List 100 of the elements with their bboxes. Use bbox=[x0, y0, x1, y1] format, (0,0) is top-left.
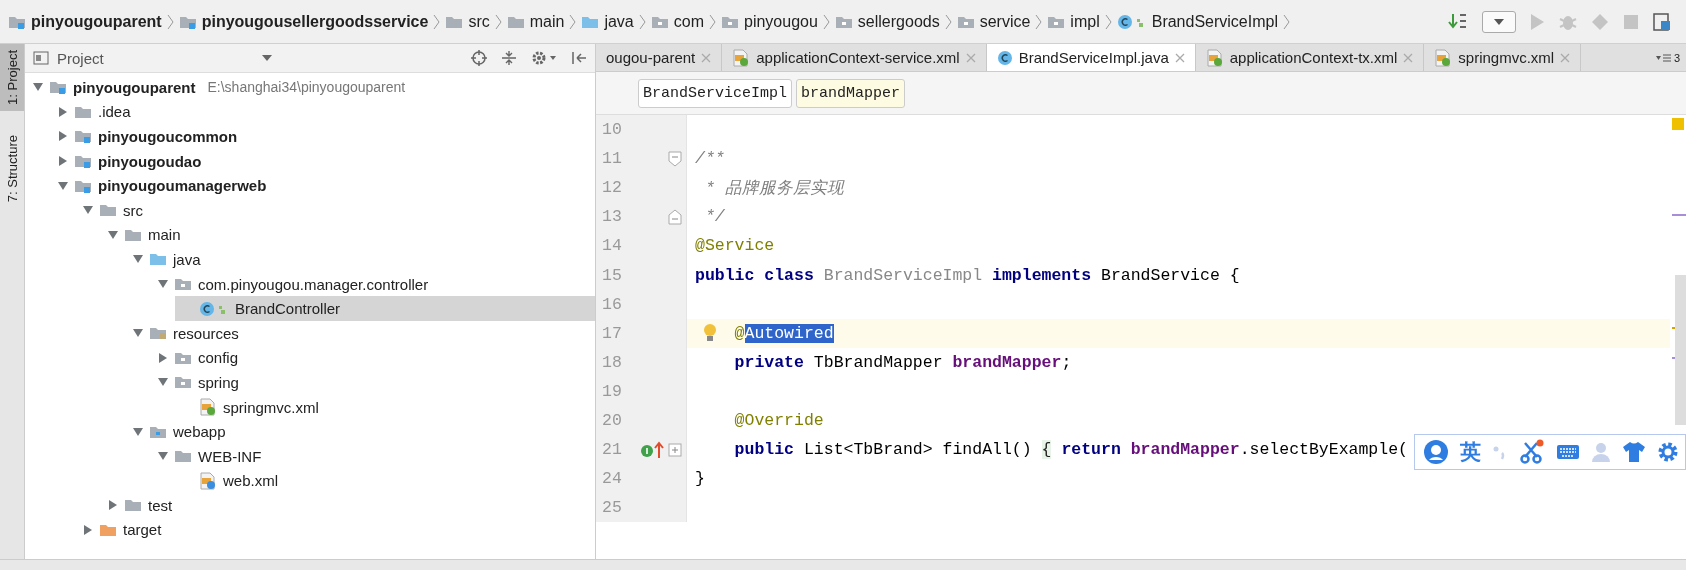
tree-item[interactable]: pinyougoumanagerweb bbox=[50, 173, 595, 198]
hide-panel-icon[interactable] bbox=[571, 50, 587, 66]
tree-item[interactable]: spring bbox=[150, 370, 595, 395]
collapsed-arrow-icon[interactable] bbox=[158, 352, 168, 363]
breadcrumb-item[interactable]: main bbox=[506, 12, 565, 31]
code-line: /** bbox=[695, 149, 725, 169]
line-number: 21 bbox=[601, 440, 623, 460]
tree-item[interactable]: resources bbox=[125, 320, 595, 346]
tree-item[interactable]: BrandController bbox=[175, 296, 595, 321]
tree-item[interactable]: springmvc.xml bbox=[175, 394, 595, 420]
line-number: 13 bbox=[601, 207, 623, 227]
tree-item[interactable]: src bbox=[75, 197, 595, 223]
collapsed-arrow-icon[interactable] bbox=[58, 131, 68, 142]
line-number: 19 bbox=[601, 381, 623, 401]
collapsed-arrow-icon[interactable] bbox=[58, 156, 68, 167]
tree-item[interactable]: pinyougoucommon bbox=[50, 124, 595, 149]
breadcrumb-item[interactable]: impl bbox=[1047, 12, 1100, 31]
tool-window-tab[interactable]: 7: Structure bbox=[0, 128, 24, 209]
collapsed-arrow-icon[interactable] bbox=[58, 106, 68, 117]
close-icon[interactable] bbox=[1174, 52, 1185, 63]
expanded-arrow-icon[interactable] bbox=[133, 426, 143, 437]
tree-item[interactable]: java bbox=[125, 247, 595, 272]
tree-item[interactable]: webapp bbox=[125, 419, 595, 444]
tree-item[interactable]: pinyougouparent E:\shanghai34\pinyougouparent bbox=[25, 75, 595, 100]
code-line: @Override bbox=[733, 411, 824, 430]
expanded-arrow-icon[interactable] bbox=[158, 377, 168, 388]
chevron-icon bbox=[569, 13, 577, 30]
xml-file-icon bbox=[732, 48, 751, 67]
tree-item[interactable]: WEB-INF bbox=[150, 443, 595, 469]
tree-item[interactable]: pinyougoudao bbox=[50, 148, 595, 174]
run-configuration-dropdown[interactable] bbox=[1482, 10, 1516, 33]
line-number: 24 bbox=[601, 469, 623, 489]
breadcrumb-item[interactable]: pinyougousellergoodsservice bbox=[178, 12, 429, 31]
code-line: private TbBrandMapper brandMapper; bbox=[733, 352, 1072, 372]
user-avatar-icon[interactable] bbox=[1423, 439, 1449, 465]
line-number: 14 bbox=[601, 236, 623, 256]
expanded-arrow-icon[interactable] bbox=[133, 328, 143, 339]
class-icon bbox=[996, 49, 1013, 66]
breadcrumb-item[interactable]: com bbox=[650, 12, 704, 31]
line-number: 25 bbox=[601, 498, 623, 518]
breadcrumb-item[interactable]: BrandServiceImpl bbox=[1116, 12, 1278, 31]
code-line: */ bbox=[703, 207, 725, 227]
chevron-icon bbox=[709, 13, 716, 30]
expanded-arrow-icon[interactable] bbox=[108, 229, 118, 240]
collapsed-arrow-icon[interactable] bbox=[108, 500, 118, 511]
tree-item[interactable]: .idea bbox=[50, 99, 595, 125]
caret-icon bbox=[261, 55, 272, 61]
fold-marker-icon[interactable] bbox=[668, 208, 682, 225]
chevron-icon bbox=[944, 13, 952, 30]
tree-item[interactable]: target bbox=[75, 517, 595, 543]
collapsed-arrow-icon[interactable] bbox=[83, 525, 93, 535]
tab-list-icon bbox=[1655, 52, 1672, 63]
folder-icon bbox=[124, 497, 142, 514]
expanded-arrow-icon[interactable] bbox=[58, 180, 68, 191]
keyboard-icon[interactable] bbox=[1556, 443, 1580, 461]
collapse-all-icon[interactable] bbox=[501, 50, 517, 66]
tree-item[interactable]: com.pinyougou.manager.controller bbox=[150, 271, 595, 297]
line-number: 10 bbox=[601, 120, 623, 140]
expanded-arrow-icon[interactable] bbox=[158, 451, 168, 462]
breadcrumb-item[interactable]: sellergoods bbox=[834, 12, 940, 31]
module-icon bbox=[74, 128, 92, 145]
tree-item[interactable]: config bbox=[150, 345, 595, 371]
settings-icon[interactable] bbox=[1657, 441, 1679, 463]
input-mode-toggle[interactable]: 英 bbox=[1460, 438, 1481, 466]
shirt-icon[interactable] bbox=[1622, 441, 1646, 463]
structure-breadcrumb[interactable]: brandMapper bbox=[796, 78, 906, 108]
tool-window-tab[interactable]: 1: Project bbox=[0, 44, 24, 111]
structure-breadcrumb[interactable]: BrandServiceImpl bbox=[638, 78, 793, 108]
scrollbar-thumb[interactable] bbox=[1675, 275, 1686, 425]
locate-icon[interactable] bbox=[471, 50, 487, 66]
line-number: 20 bbox=[601, 411, 623, 430]
project-structure-icon[interactable] bbox=[1652, 11, 1672, 32]
package-icon bbox=[174, 276, 192, 293]
scissors-icon[interactable] bbox=[1519, 439, 1545, 465]
expanded-arrow-icon[interactable] bbox=[83, 205, 93, 216]
breadcrumb-item[interactable]: java bbox=[581, 12, 634, 31]
chevron-icon bbox=[494, 13, 502, 30]
expanded-arrow-icon[interactable] bbox=[133, 254, 143, 265]
breadcrumb-item[interactable]: pinyougou bbox=[721, 12, 818, 31]
chevron-icon bbox=[166, 13, 174, 30]
code-line: } bbox=[695, 469, 705, 489]
tree-item[interactable]: test bbox=[100, 493, 595, 518]
line-number: 16 bbox=[601, 294, 623, 314]
chevron-icon bbox=[1104, 13, 1112, 30]
expanded-arrow-icon[interactable] bbox=[33, 82, 43, 93]
lightbulb-icon[interactable] bbox=[703, 322, 717, 343]
expanded-arrow-icon[interactable] bbox=[158, 279, 168, 290]
tree-item[interactable]: main bbox=[100, 222, 595, 248]
caret-icon bbox=[1494, 18, 1504, 25]
settings-icon[interactable] bbox=[531, 50, 557, 66]
editor-tab[interactable]: BrandServiceImpl.java bbox=[986, 44, 1196, 71]
override-marker-icon[interactable] bbox=[640, 439, 666, 460]
breadcrumb-item[interactable]: src bbox=[445, 12, 490, 31]
breadcrumb-item[interactable]: pinyougouparent bbox=[8, 12, 162, 31]
tree-item[interactable]: web.xml bbox=[175, 468, 595, 494]
fold-marker-icon[interactable] bbox=[668, 150, 682, 167]
breadcrumb-item[interactable]: service bbox=[956, 12, 1031, 31]
code-line: @Service bbox=[695, 236, 775, 256]
folder-icon bbox=[174, 448, 192, 465]
tab-overflow-button[interactable]: 3 bbox=[1649, 44, 1686, 71]
